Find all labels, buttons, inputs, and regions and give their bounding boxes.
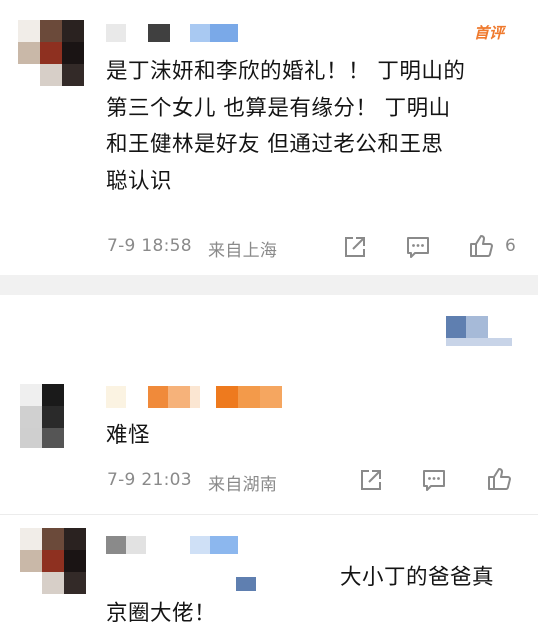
avatar[interactable]	[20, 528, 86, 594]
avatar[interactable]	[20, 384, 68, 448]
section-divider	[0, 275, 538, 295]
comment-location: 来自湖南	[208, 475, 278, 495]
like-icon[interactable]	[468, 233, 494, 259]
share-icon[interactable]	[342, 234, 368, 260]
username[interactable]	[106, 386, 286, 410]
comment-text: 是丁沫妍和李欣的婚礼！！ 丁明山的 第三个女儿 也算是有缘分！ 丁明山 和王健林…	[106, 54, 465, 200]
comment-icon[interactable]	[405, 234, 431, 260]
username[interactable]	[106, 22, 238, 44]
comment-location: 来自上海	[208, 241, 278, 261]
comment-time: 7-9 21:03	[107, 470, 192, 490]
like-count: 6	[505, 236, 517, 256]
comment-text-line: 第三个女儿 也算是有缘分！ 丁明山	[106, 95, 451, 121]
comment-icon[interactable]	[421, 467, 447, 493]
comment-text: 难怪	[106, 423, 151, 448]
comment-text-line: 和王健林是好友 但通过老公和王思	[106, 132, 444, 157]
comment-text-line: 聪认识	[106, 168, 173, 194]
username[interactable]	[106, 534, 246, 556]
obscured-label	[446, 316, 516, 346]
comment-text-line: 是丁沫妍和李欣的婚礼！！ 丁明山的	[106, 59, 466, 84]
like-icon[interactable]	[486, 466, 512, 492]
divider	[0, 514, 538, 515]
first-comment-badge: 首评	[474, 24, 505, 42]
share-icon[interactable]	[358, 467, 384, 493]
comment-text-line: 大小丁的爸爸真	[340, 565, 495, 590]
avatar[interactable]	[18, 20, 84, 86]
comment-time: 7-9 18:58	[107, 236, 192, 256]
comment-text-line: 京圈大佬！	[106, 601, 217, 626]
obscured-text	[236, 577, 256, 591]
